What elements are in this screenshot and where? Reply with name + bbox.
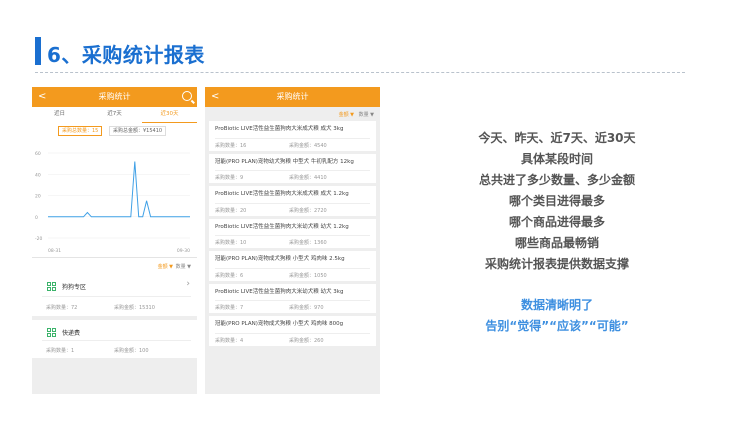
product-name: ProBiotic LIVE活性益生菌狗肉大米成犬粮 成犬 3kg xyxy=(215,126,344,132)
product-card[interactable]: 冠能(PRO PLAN)宠物幼犬狗粮 中型犬 牛初乳配方 12kg 采购数量：9 采… xyxy=(209,153,376,183)
title-divider xyxy=(35,72,685,73)
category-qty: 采购数量：72 xyxy=(46,305,78,311)
sort-by-amount[interactable]: 金额 ▼ xyxy=(158,263,173,270)
product-list: ProBiotic LIVE活性益生菌狗肉大米成犬粮 成犬 3kg 采购数量：16… xyxy=(205,121,380,346)
back-icon[interactable]: < xyxy=(211,87,219,107)
x-tick-label: 08-31 xyxy=(48,248,61,254)
chevron-right-icon[interactable]: › xyxy=(186,279,190,289)
product-qty: 采购数量：4 xyxy=(215,337,244,344)
product-card[interactable]: 冠能(PRO PLAN)宠物成犬狗粮 小型犬 鸡肉味 2.5kg 采购数量：6 采购… xyxy=(209,251,376,281)
product-values: 采购数量：6 采购金额：1050 xyxy=(215,269,370,281)
product-name: 冠能(PRO PLAN)宠物幼犬狗粮 中型犬 牛初乳配方 12kg xyxy=(215,158,354,165)
product-name: 冠能(PRO PLAN)宠物成犬狗粮 小型犬 鸡肉味 800g xyxy=(215,321,344,327)
search-icon[interactable] xyxy=(182,91,192,101)
category-name: 快递费 xyxy=(62,330,81,337)
product-qty: 采购数量：20 xyxy=(215,207,247,214)
product-card[interactable]: 冠能(PRO PLAN)宠物成犬狗粮 小型犬 鸡肉味 800g 采购数量：4 采购金… xyxy=(209,316,376,346)
divider xyxy=(42,340,191,341)
category-grid-icon xyxy=(47,282,56,291)
category-card[interactable]: 狗狗专区 › 采购数量：72 采购金额：15310 xyxy=(32,274,197,316)
y-tick-label: -20 xyxy=(35,236,42,242)
product-values: 采购数量：20 采购金额：2720 xyxy=(215,204,370,216)
x-tick-label: 09-30 xyxy=(177,248,190,254)
phone-screen-summary: < 采购统计 近日 近7天 近30天 采购总数量：15 采购总金额：¥15410… xyxy=(32,87,197,394)
divider xyxy=(42,296,191,297)
summary-row: 采购总数量：15 采购总金额：¥15410 xyxy=(32,123,197,141)
product-amount: 采购金额：260 xyxy=(289,337,324,344)
feature-points: 今天、昨天、近7天、近30天 具体某段时间 总共进了多少数量、多少金额 哪个类目… xyxy=(452,128,662,275)
total-qty-pill[interactable]: 采购总数量：15 xyxy=(58,126,103,136)
product-card[interactable]: ProBiotic LIVE活性益生菌狗肉大米幼犬粮 幼犬 3kg 采购数量：7 采… xyxy=(209,283,376,313)
product-values: 采购数量：7 采购金额：970 xyxy=(215,301,370,313)
y-tick-label: 60 xyxy=(35,151,41,157)
feature-point: 哪个类目进得最多 xyxy=(508,194,605,208)
product-amount: 采购金额：1050 xyxy=(289,272,327,279)
feature-point: 总共进了多少数量、多少金额 xyxy=(478,173,635,187)
period-tabs: 近日 近7天 近30天 xyxy=(32,107,197,123)
conclusion-line: 数据清晰明了 xyxy=(520,298,593,312)
category-grid-icon xyxy=(47,328,56,337)
product-qty: 采购数量：16 xyxy=(215,142,247,149)
product-values: 采购数量：10 采购金额：1360 xyxy=(215,236,370,248)
sort-by-qty[interactable]: 数量 ▼ xyxy=(176,263,191,270)
category-amount: 采购金额：15310 xyxy=(114,305,155,311)
app-title: 采购统计 xyxy=(276,92,309,101)
series-line xyxy=(48,161,190,218)
app-bar: < 采购统计 xyxy=(205,87,380,107)
product-name: ProBiotic LIVE活性益生菌狗肉大米幼犬粮 幼犬 1.2kg xyxy=(215,223,349,230)
app-title: 采购统计 xyxy=(98,92,131,101)
category-card[interactable]: 快递费 采购数量：1 采购金额：100 xyxy=(32,320,197,358)
total-amount-pill[interactable]: 采购总金额：¥15410 xyxy=(109,126,167,136)
product-values: 采购数量：9 采购金额：4410 xyxy=(215,171,370,183)
product-name: 冠能(PRO PLAN)宠物成犬狗粮 小型犬 鸡肉味 2.5kg xyxy=(215,256,345,262)
category-qty: 采购数量：1 xyxy=(46,348,75,354)
product-qty: 采购数量：10 xyxy=(215,240,247,246)
product-amount: 采购金额：970 xyxy=(289,305,324,311)
feature-point: 哪个商品进得最多 xyxy=(508,215,605,229)
feature-point: 采购统计报表提供数据支撑 xyxy=(484,257,629,271)
product-values: 采购数量：4 采购金额：260 xyxy=(215,334,370,346)
product-amount: 采购金额：4540 xyxy=(289,142,327,149)
product-card[interactable]: ProBiotic LIVE活性益生菌狗肉大米成犬粮 成犬 3kg 采购数量：16… xyxy=(209,121,376,151)
sort-by-amount[interactable]: 金额 ▼ xyxy=(339,111,354,118)
product-values: 采购数量：16 采购金额：4540 xyxy=(215,139,370,151)
sort-by-qty[interactable]: 数量 ▼ xyxy=(359,111,374,118)
product-qty: 采购数量：7 xyxy=(215,305,244,311)
y-tick-label: 40 xyxy=(35,172,41,178)
feature-point: 哪些商品最畅销 xyxy=(514,236,599,250)
tab-30-days[interactable]: 近30天 xyxy=(142,107,197,123)
product-card[interactable]: ProBiotic LIVE活性益生菌狗肉大米幼犬粮 幼犬 1.2kg 采购数量：… xyxy=(209,218,376,248)
back-icon[interactable]: < xyxy=(38,87,46,107)
app-bar: < 采购统计 xyxy=(32,87,197,107)
product-amount: 采购金额：4410 xyxy=(289,175,327,181)
phone-screen-products: < 采购统计 金额 ▼ 数量 ▼ ProBiotic LIVE活性益生菌狗肉大米… xyxy=(205,87,380,394)
y-tick-label: 0 xyxy=(35,215,38,221)
category-name: 狗狗专区 xyxy=(62,284,87,291)
tab-today[interactable]: 近日 xyxy=(32,107,87,123)
trend-chart: 60 40 20 0 -20 08-31 09-30 xyxy=(32,141,197,258)
page-title: 6、采购统计报表 xyxy=(47,43,205,67)
y-tick-label: 20 xyxy=(35,194,41,200)
product-name: ProBiotic LIVE活性益生菌狗肉大米幼犬粮 幼犬 3kg xyxy=(215,288,344,295)
product-qty: 采购数量：9 xyxy=(215,175,244,181)
product-amount: 采购金额：1360 xyxy=(289,240,327,246)
feature-point: 具体某段时间 xyxy=(520,152,593,166)
product-sort-row: 金额 ▼ 数量 ▼ xyxy=(205,107,380,121)
product-amount: 采购金额：2720 xyxy=(289,207,327,214)
product-card[interactable]: ProBiotic LIVE活性益生菌狗肉大米成犬粮 成犬 1.2kg 采购数量：… xyxy=(209,186,376,216)
conclusion-line: 告别“觉得”“应该”“可能” xyxy=(485,319,629,333)
tab-7-days[interactable]: 近7天 xyxy=(87,107,142,123)
title-accent-bar xyxy=(35,37,41,65)
conclusion: 数据清晰明了 告别“觉得”“应该”“可能” xyxy=(452,295,662,337)
category-sort-row: 金额 ▼ 数量 ▼ xyxy=(32,258,197,274)
trend-chart-svg: 60 40 20 0 -20 08-31 09-30 xyxy=(35,151,190,254)
feature-point: 今天、昨天、近7天、近30天 xyxy=(478,131,636,145)
product-name: ProBiotic LIVE活性益生菌狗肉大米成犬粮 成犬 1.2kg xyxy=(215,191,349,197)
category-amount: 采购金额：100 xyxy=(114,348,149,354)
product-qty: 采购数量：6 xyxy=(215,272,244,279)
